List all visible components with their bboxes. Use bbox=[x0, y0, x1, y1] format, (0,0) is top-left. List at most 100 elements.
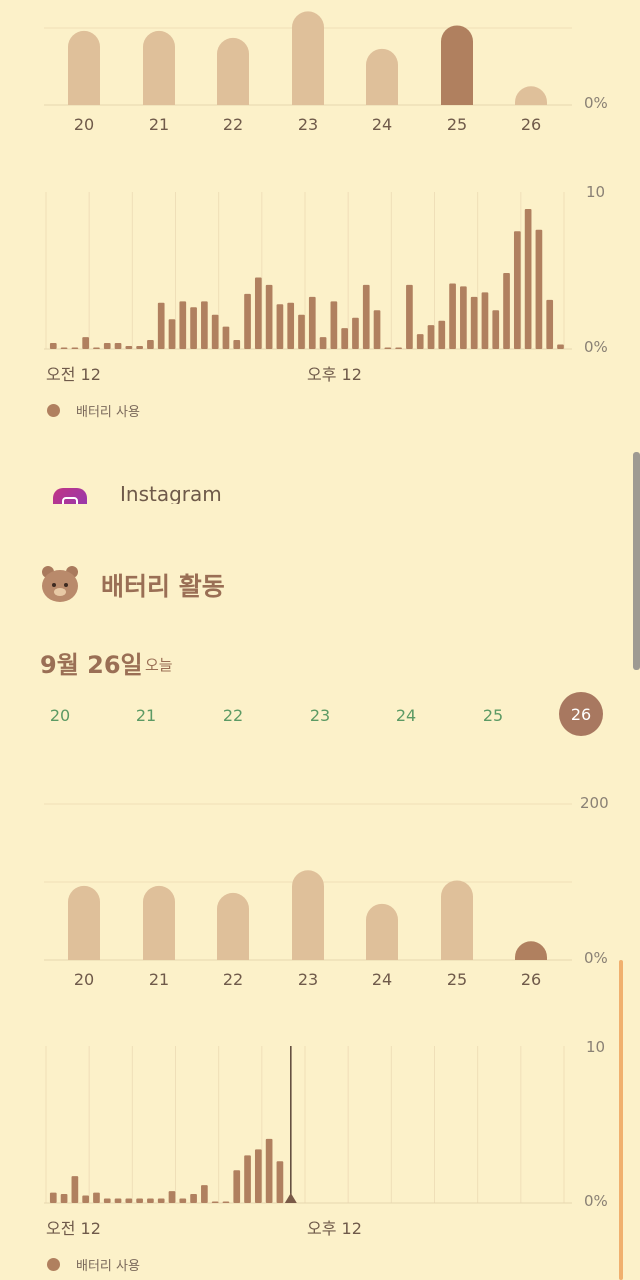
top-hourly-bar bbox=[341, 328, 349, 349]
instagram-icon bbox=[53, 488, 87, 504]
top-hourly-bar bbox=[449, 283, 456, 349]
top-weekly-y-min: 0% bbox=[584, 94, 608, 112]
top-hourly-bar bbox=[362, 284, 370, 349]
top-hourly-bar bbox=[427, 325, 435, 349]
bottom-weekly-bar bbox=[68, 885, 100, 960]
top-hourly-bar bbox=[352, 317, 359, 349]
bottom-hourly-bar bbox=[136, 1198, 143, 1203]
bottom-weekly-bar bbox=[441, 880, 473, 960]
top-weekly-bar bbox=[366, 48, 398, 105]
top-hourly-bar bbox=[190, 307, 197, 349]
bottom-hourly-x-pm: 오후 12 bbox=[307, 1219, 362, 1238]
top-hourly-bar bbox=[298, 314, 305, 349]
day-20[interactable]: 20 bbox=[48, 706, 72, 725]
bottom-hourly-bar bbox=[147, 1198, 154, 1203]
top-hourly-bar bbox=[147, 340, 154, 349]
bottom-weekly-x-tick: 20 bbox=[74, 970, 94, 989]
day-24[interactable]: 24 bbox=[394, 706, 418, 725]
top-hourly-bar bbox=[535, 229, 543, 349]
top-weekly-x-tick: 20 bbox=[74, 115, 94, 134]
bottom-weekly-y-min: 0% bbox=[584, 949, 608, 967]
top-hourly-bar bbox=[82, 337, 90, 349]
bottom-hourly-bar bbox=[201, 1185, 208, 1203]
top-weekly-bar bbox=[143, 30, 175, 105]
screen-canvas: 20 21 22 23 24 25 26 20 21 22 23 24 25 26 bbox=[44, 11, 572, 1204]
top-hourly-x-am: 오전 12 bbox=[46, 365, 101, 384]
top-hourly-bar bbox=[157, 302, 165, 349]
top-weekly-bar bbox=[441, 25, 473, 105]
top-hourly-bar bbox=[125, 346, 133, 349]
bottom-hourly-bar bbox=[82, 1195, 90, 1203]
bear-icon bbox=[40, 566, 80, 602]
top-weekly-bar bbox=[515, 86, 547, 105]
top-weekly-x-tick: 24 bbox=[372, 115, 392, 134]
top-hourly-x-pm: 오후 12 bbox=[307, 365, 362, 384]
day-26-selected[interactable]: 26 bbox=[559, 692, 603, 736]
bottom-weekly-x-tick: 22 bbox=[223, 970, 243, 989]
bottom-weekly-x-tick: 23 bbox=[298, 970, 318, 989]
bottom-weekly-y-max: 200 bbox=[580, 794, 609, 812]
top-hourly-bar bbox=[546, 299, 554, 349]
scrollbar[interactable] bbox=[633, 452, 640, 670]
bottom-weekly-bar bbox=[143, 885, 175, 960]
bottom-weekly-x-tick: 25 bbox=[447, 970, 467, 989]
top-hourly-bar bbox=[503, 273, 510, 349]
bottom-hourly-bar bbox=[190, 1194, 197, 1203]
bottom-weekly-bar bbox=[292, 870, 324, 960]
bottom-weekly-bar bbox=[366, 903, 398, 960]
bottom-hourly-bar bbox=[254, 1149, 262, 1203]
top-weekly-x-tick: 22 bbox=[223, 115, 243, 134]
top-hourly-bar bbox=[524, 208, 532, 349]
bottom-weekly-x-tick: 24 bbox=[372, 970, 392, 989]
today-label: 오늘 bbox=[145, 656, 173, 674]
bottom-weekly-bar bbox=[515, 941, 547, 960]
bottom-hourly-bar bbox=[233, 1170, 241, 1203]
section-title: 배터리 활동 bbox=[101, 572, 225, 601]
top-weekly-x-tick: 23 bbox=[298, 115, 318, 134]
day-21[interactable]: 21 bbox=[134, 706, 158, 725]
bottom-hourly-y-min: 0% bbox=[584, 1192, 608, 1210]
top-hourly-y-min: 0% bbox=[584, 338, 608, 356]
bottom-weekly-x-tick: 21 bbox=[149, 970, 169, 989]
top-hourly-bar bbox=[233, 340, 241, 349]
top-hourly-bar bbox=[49, 343, 57, 349]
top-hourly-bar bbox=[60, 347, 68, 349]
top-hourly-bar bbox=[276, 304, 284, 349]
bottom-weekly-x-tick: 26 bbox=[521, 970, 541, 989]
top-hourly-bar bbox=[513, 231, 521, 349]
day-22[interactable]: 22 bbox=[221, 706, 245, 725]
top-hourly-bar bbox=[211, 314, 219, 349]
top-weekly-bar bbox=[68, 30, 100, 105]
top-hourly-y-max: 10 bbox=[586, 183, 606, 201]
top-weekly-x-tick: 26 bbox=[521, 115, 541, 134]
bottom-hourly-bar bbox=[265, 1138, 273, 1203]
date-label: 9월 26일 bbox=[40, 651, 143, 679]
top-legend-label: 배터리 사용 bbox=[76, 405, 140, 420]
bottom-weekly-bar bbox=[217, 892, 249, 960]
top-hourly-bar bbox=[557, 344, 564, 349]
day-25[interactable]: 25 bbox=[481, 706, 505, 725]
top-weekly-bar bbox=[292, 11, 324, 105]
bottom-hourly-bar bbox=[125, 1198, 133, 1203]
top-hourly-bar bbox=[103, 343, 111, 349]
day-23[interactable]: 23 bbox=[308, 706, 332, 725]
top-hourly-bar bbox=[319, 337, 327, 349]
top-hourly-bar bbox=[416, 334, 424, 349]
legend-dot bbox=[47, 1258, 60, 1271]
bottom-hourly-bar bbox=[244, 1155, 251, 1203]
top-hourly-bar bbox=[244, 293, 251, 349]
top-hourly-bar bbox=[406, 284, 413, 349]
top-weekly-x-tick: 21 bbox=[149, 115, 169, 134]
bottom-hourly-bar bbox=[93, 1192, 100, 1203]
top-weekly-bar bbox=[217, 37, 249, 105]
top-hourly-bar bbox=[308, 296, 316, 349]
top-hourly-bar bbox=[222, 326, 230, 349]
top-hourly-bar bbox=[71, 347, 79, 349]
bottom-hourly-bar bbox=[168, 1191, 176, 1203]
bottom-hourly-y-max: 10 bbox=[586, 1038, 606, 1056]
top-hourly-bar bbox=[384, 347, 392, 349]
top-hourly-bar bbox=[201, 301, 208, 349]
app-row-instagram[interactable]: Instagram bbox=[0, 478, 640, 504]
top-hourly-bar bbox=[136, 346, 143, 349]
top-hourly-bar bbox=[470, 296, 478, 349]
